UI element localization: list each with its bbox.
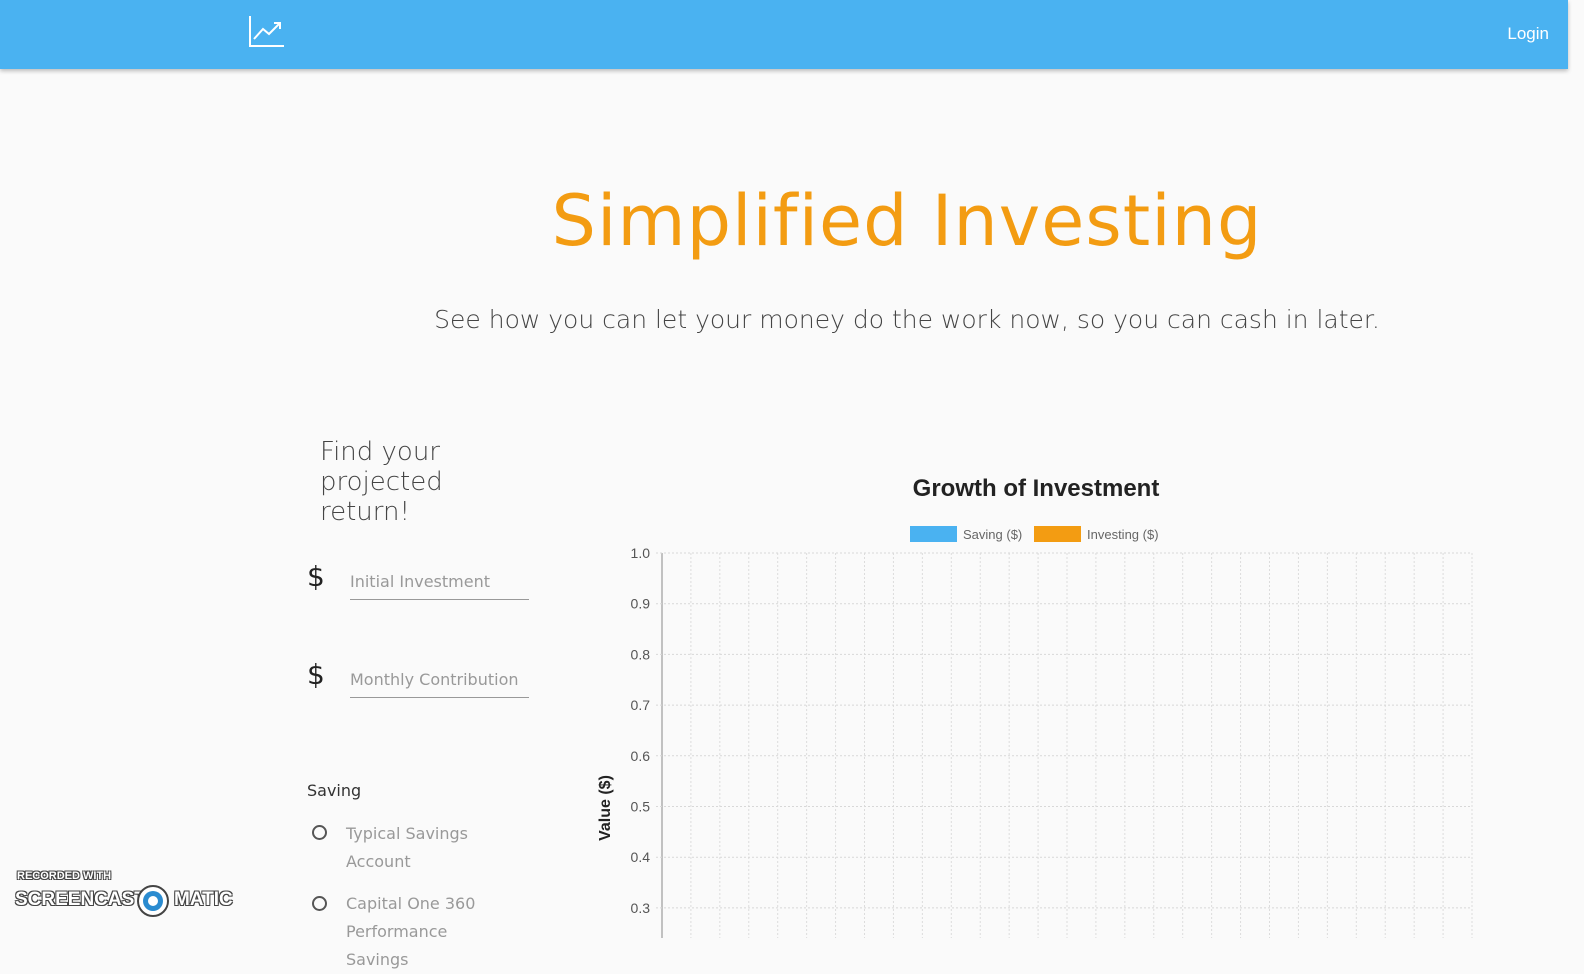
- radio-label-typical-savings[interactable]: Typical Savings Account: [346, 820, 486, 876]
- watermark-screencast: SCREENCAST: [15, 889, 146, 910]
- chart-title: Growth of Investment: [912, 475, 1160, 502]
- watermark-recorded-with: RECORDED WITH: [17, 870, 112, 882]
- watermark-matic: MATIC: [174, 889, 233, 910]
- page-title: Simplified Investing: [551, 180, 1263, 262]
- trending-up-icon[interactable]: [248, 14, 286, 48]
- y-tick-label: 0.3: [631, 900, 651, 916]
- top-navbar: Login: [0, 0, 1568, 69]
- screencast-logo-icon: [137, 885, 169, 917]
- form-heading: Find your projected return!: [320, 437, 443, 527]
- radio-capital-one[interactable]: [312, 896, 327, 911]
- y-tick-label: 0.6: [631, 748, 651, 764]
- dollar-icon: $: [307, 560, 325, 593]
- saving-group-label: Saving: [307, 781, 362, 800]
- y-tick-label: 1.0: [631, 545, 651, 561]
- y-tick-label: 0.7: [631, 697, 651, 713]
- dollar-icon: $: [307, 658, 325, 691]
- radio-label-capital-one[interactable]: Capital One 360 Performance Savings: [346, 890, 486, 974]
- growth-chart: 1.0 0.9 0.8 0.7 0.6 0.5 0.4 0.3 Value ($): [597, 545, 1473, 938]
- radio-typical-savings[interactable]: [312, 825, 327, 840]
- initial-investment-input[interactable]: [350, 563, 529, 600]
- y-tick-label: 0.5: [631, 799, 651, 815]
- login-link[interactable]: Login: [1507, 24, 1549, 44]
- page-subtitle: See how you can let your money do the wo…: [434, 305, 1380, 334]
- screencast-watermark: RECORDED WITH SCREENCAST MATIC: [15, 870, 235, 920]
- y-axis-label: Value ($): [597, 775, 614, 841]
- y-tick-label: 0.4: [631, 849, 651, 865]
- y-tick-label: 0.9: [631, 596, 651, 612]
- monthly-contribution-input[interactable]: [350, 661, 529, 698]
- y-tick-label: 0.8: [631, 646, 651, 662]
